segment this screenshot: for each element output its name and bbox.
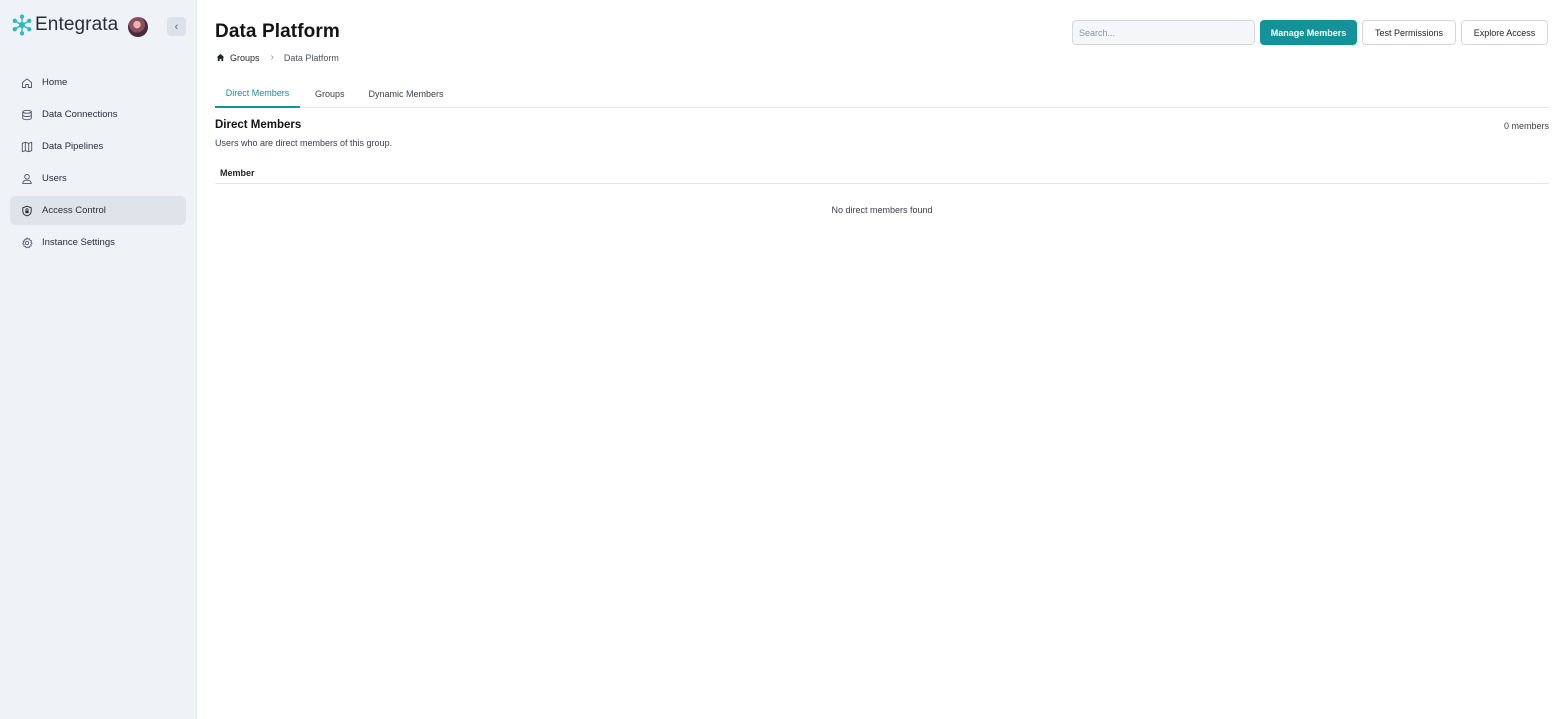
column-header-member[interactable]: Member xyxy=(220,168,255,178)
sidebar-item-home[interactable]: Home xyxy=(10,68,186,97)
database-icon xyxy=(22,109,32,120)
breadcrumb: Groups › Data Platform xyxy=(216,52,339,63)
sidebar-item-label: Data Connections xyxy=(42,109,118,120)
search-input[interactable] xyxy=(1072,20,1255,45)
sidebar-item-users[interactable]: Users xyxy=(10,164,186,193)
user-icon xyxy=(22,173,32,184)
sidebar-item-data-connections[interactable]: Data Connections xyxy=(10,100,186,129)
tab-dynamic-members[interactable]: Dynamic Members xyxy=(359,80,454,108)
sidebar-item-label: Home xyxy=(42,77,68,88)
manage-members-button[interactable]: Manage Members xyxy=(1260,20,1357,45)
breadcrumb-groups-link[interactable]: Groups xyxy=(230,53,260,63)
section-title: Direct Members xyxy=(215,119,302,131)
empty-state-message: No direct members found xyxy=(831,205,933,215)
sidebar-item-instance-settings[interactable]: Instance Settings xyxy=(10,228,186,257)
map-icon xyxy=(21,141,33,152)
breadcrumb-current: Data Platform xyxy=(283,52,339,63)
members-table: Member No direct members found xyxy=(215,162,1549,236)
explore-access-button[interactable]: Explore Access xyxy=(1461,20,1548,45)
sidebar-item-label: Data Pipelines xyxy=(42,141,104,152)
shield-lock-icon xyxy=(22,205,32,216)
tab-groups[interactable]: Groups xyxy=(305,80,355,108)
chevron-right-icon: › xyxy=(270,52,274,63)
snowflake-logo-icon xyxy=(12,14,32,36)
section-description: Users who are direct members of this gro… xyxy=(215,138,393,148)
sidebar-item-data-pipelines[interactable]: Data Pipelines xyxy=(10,132,186,161)
sidebar-item-label: Users xyxy=(42,173,67,184)
collapse-sidebar-button[interactable]: ‹ xyxy=(167,17,186,36)
home-icon[interactable] xyxy=(216,53,225,62)
table-header: Member xyxy=(215,162,1549,184)
main-content: Data Platform Groups › Data Platform Man… xyxy=(197,0,1568,719)
sidebar-item-access-control[interactable]: Access Control xyxy=(10,196,186,225)
page-title: Data Platform xyxy=(215,21,340,42)
chevron-left-icon: ‹ xyxy=(174,20,179,33)
sidebar-item-label: Access Control xyxy=(42,205,106,216)
sidebar: Entegrata ‹ Home Data Connections Data P… xyxy=(0,0,197,719)
brand-logo[interactable]: Entegrata xyxy=(12,14,118,36)
member-count: 0 members xyxy=(1503,121,1549,131)
tab-bar: Direct Members Groups Dynamic Members xyxy=(215,80,1549,108)
tab-direct-members[interactable]: Direct Members xyxy=(215,80,300,108)
home-icon xyxy=(22,77,32,88)
test-permissions-button[interactable]: Test Permissions xyxy=(1362,20,1456,45)
brand-name: Entegrata xyxy=(35,14,119,35)
sidebar-item-label: Instance Settings xyxy=(42,237,115,248)
sidebar-nav: Home Data Connections Data Pipelines Use… xyxy=(10,68,186,260)
gear-icon xyxy=(22,237,33,248)
user-avatar[interactable] xyxy=(128,17,148,37)
